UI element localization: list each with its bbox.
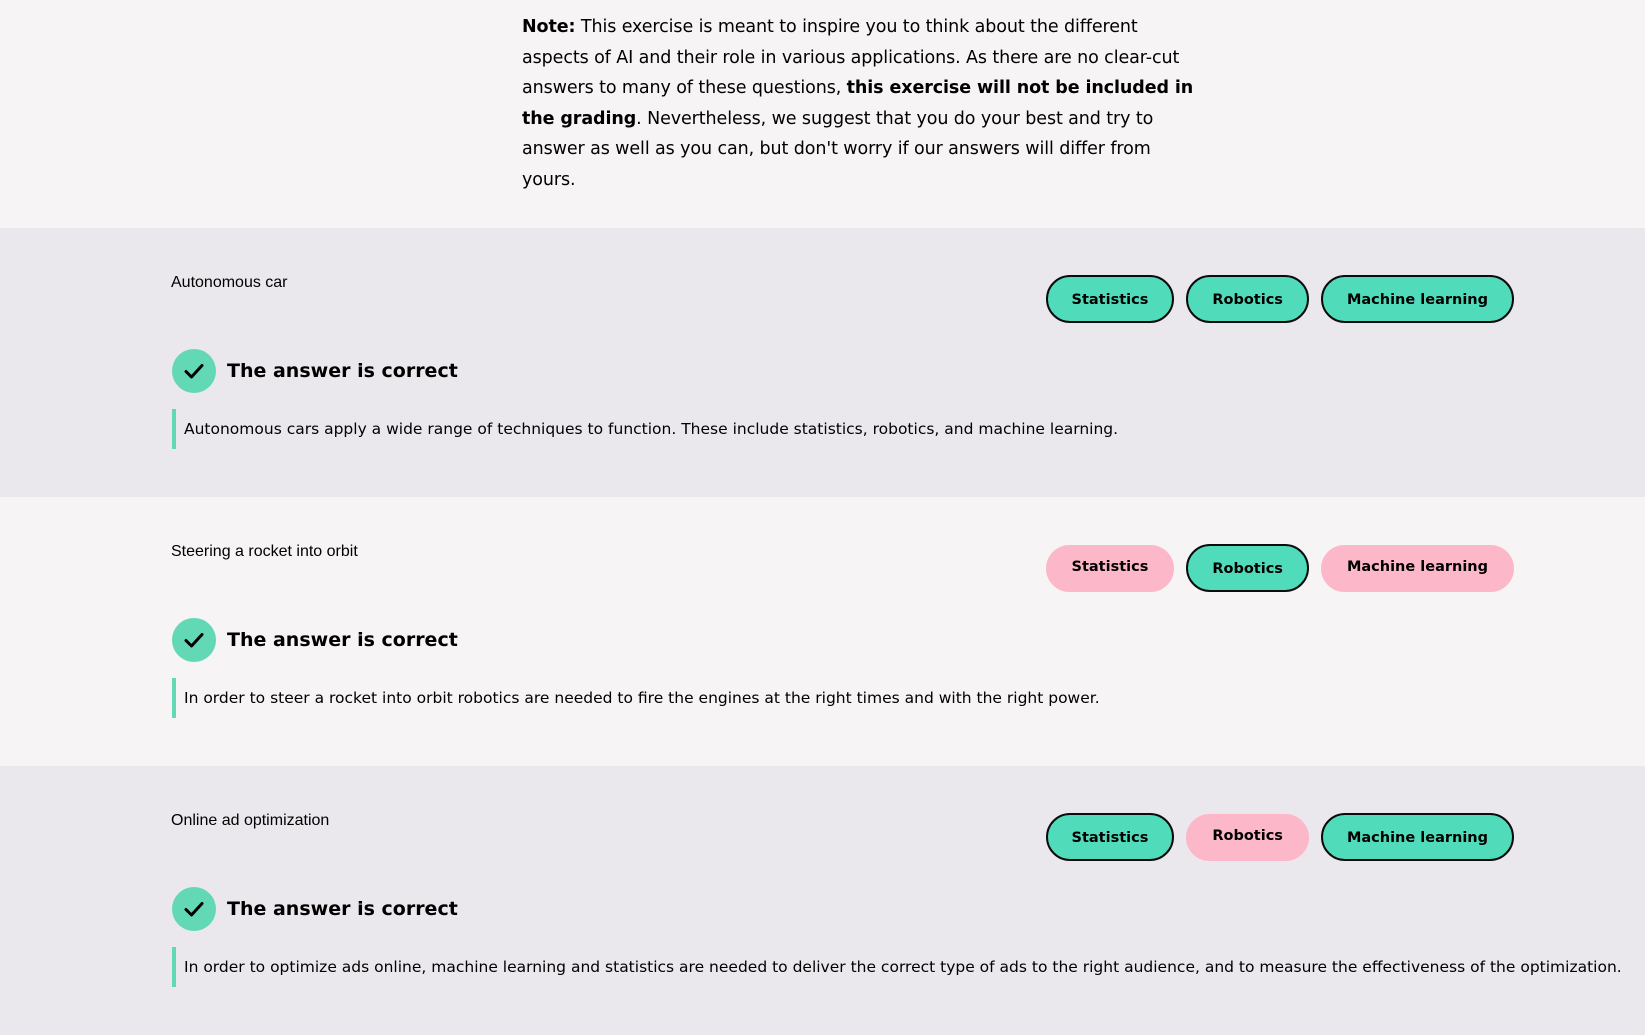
result-text: The answer is correct [227, 898, 458, 920]
option-chips: Statistics Robotics Machine learning [1045, 275, 1514, 323]
question-autonomous-car: Autonomous car Statistics Robotics Machi… [0, 228, 1645, 497]
question-rocket-orbit: Steering a rocket into orbit Statistics … [0, 497, 1645, 766]
option-statistics[interactable]: Statistics [1045, 544, 1175, 592]
option-robotics[interactable]: Robotics [1186, 813, 1309, 861]
option-statistics[interactable]: Statistics [1045, 813, 1175, 861]
explanation: Autonomous cars apply a wide range of te… [172, 409, 1118, 449]
result-text: The answer is correct [227, 629, 458, 651]
question-title: Online ad optimization [171, 812, 330, 829]
result-text: The answer is correct [227, 360, 458, 382]
option-machine-learning[interactable]: Machine learning [1320, 275, 1514, 323]
question-online-ad-optimization: Online ad optimization Statistics Roboti… [0, 766, 1645, 1035]
option-robotics[interactable]: Robotics [1186, 275, 1309, 323]
checkmark-icon [172, 887, 216, 931]
note-section: Note: This exercise is meant to inspire … [0, 0, 1645, 228]
option-machine-learning[interactable]: Machine learning [1320, 813, 1514, 861]
question-title: Steering a rocket into orbit [171, 543, 358, 560]
explanation: In order to optimize ads online, machine… [172, 947, 1622, 987]
note-label: Note: [522, 17, 576, 37]
result-status: The answer is correct [172, 349, 458, 393]
explanation: In order to steer a rocket into orbit ro… [172, 678, 1100, 718]
option-machine-learning[interactable]: Machine learning [1320, 544, 1514, 592]
checkmark-icon [172, 349, 216, 393]
question-title: Autonomous car [171, 274, 288, 291]
checkmark-icon [172, 618, 216, 662]
result-status: The answer is correct [172, 887, 458, 931]
option-chips: Statistics Robotics Machine learning [1045, 813, 1514, 861]
option-robotics[interactable]: Robotics [1186, 544, 1309, 592]
option-statistics[interactable]: Statistics [1045, 275, 1175, 323]
option-chips: Statistics Robotics Machine learning [1045, 544, 1514, 592]
result-status: The answer is correct [172, 618, 458, 662]
note-text: Note: This exercise is meant to inspire … [522, 12, 1202, 195]
